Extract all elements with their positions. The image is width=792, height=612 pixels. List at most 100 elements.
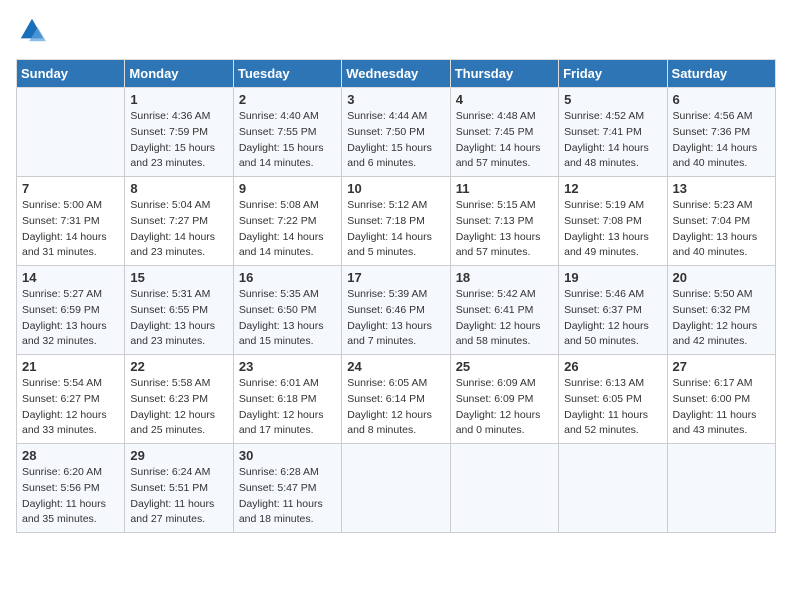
day-detail: Sunrise: 6:01 AMSunset: 6:18 PMDaylight:… — [239, 377, 324, 436]
day-number: 29 — [130, 448, 227, 463]
day-number: 12 — [564, 181, 661, 196]
day-number: 21 — [22, 359, 119, 374]
day-cell: 7 Sunrise: 5:00 AMSunset: 7:31 PMDayligh… — [17, 177, 125, 266]
day-detail: Sunrise: 5:46 AMSunset: 6:37 PMDaylight:… — [564, 288, 649, 347]
day-cell: 2 Sunrise: 4:40 AMSunset: 7:55 PMDayligh… — [233, 88, 341, 177]
day-number: 17 — [347, 270, 444, 285]
day-cell: 3 Sunrise: 4:44 AMSunset: 7:50 PMDayligh… — [342, 88, 450, 177]
day-number: 19 — [564, 270, 661, 285]
header-cell-friday: Friday — [559, 60, 667, 88]
day-detail: Sunrise: 5:08 AMSunset: 7:22 PMDaylight:… — [239, 199, 324, 258]
day-cell: 16 Sunrise: 5:35 AMSunset: 6:50 PMDaylig… — [233, 266, 341, 355]
logo — [16, 16, 46, 49]
week-row: 1 Sunrise: 4:36 AMSunset: 7:59 PMDayligh… — [17, 88, 776, 177]
day-number: 8 — [130, 181, 227, 196]
day-number: 15 — [130, 270, 227, 285]
day-number: 25 — [456, 359, 553, 374]
day-cell — [17, 88, 125, 177]
day-cell: 27 Sunrise: 6:17 AMSunset: 6:00 PMDaylig… — [667, 355, 775, 444]
day-cell: 12 Sunrise: 5:19 AMSunset: 7:08 PMDaylig… — [559, 177, 667, 266]
day-detail: Sunrise: 6:24 AMSunset: 5:51 PMDaylight:… — [130, 466, 214, 525]
day-detail: Sunrise: 4:36 AMSunset: 7:59 PMDaylight:… — [130, 110, 215, 169]
page-header — [16, 16, 776, 49]
day-number: 16 — [239, 270, 336, 285]
day-number: 18 — [456, 270, 553, 285]
day-detail: Sunrise: 5:04 AMSunset: 7:27 PMDaylight:… — [130, 199, 215, 258]
day-cell: 5 Sunrise: 4:52 AMSunset: 7:41 PMDayligh… — [559, 88, 667, 177]
day-detail: Sunrise: 5:54 AMSunset: 6:27 PMDaylight:… — [22, 377, 107, 436]
day-cell: 29 Sunrise: 6:24 AMSunset: 5:51 PMDaylig… — [125, 444, 233, 533]
day-detail: Sunrise: 5:50 AMSunset: 6:32 PMDaylight:… — [673, 288, 758, 347]
day-cell: 14 Sunrise: 5:27 AMSunset: 6:59 PMDaylig… — [17, 266, 125, 355]
day-detail: Sunrise: 6:17 AMSunset: 6:00 PMDaylight:… — [673, 377, 757, 436]
header-cell-sunday: Sunday — [17, 60, 125, 88]
logo-icon — [18, 16, 46, 44]
day-detail: Sunrise: 5:19 AMSunset: 7:08 PMDaylight:… — [564, 199, 649, 258]
day-cell: 25 Sunrise: 6:09 AMSunset: 6:09 PMDaylig… — [450, 355, 558, 444]
day-detail: Sunrise: 5:23 AMSunset: 7:04 PMDaylight:… — [673, 199, 758, 258]
day-number: 27 — [673, 359, 770, 374]
day-number: 10 — [347, 181, 444, 196]
day-cell: 8 Sunrise: 5:04 AMSunset: 7:27 PMDayligh… — [125, 177, 233, 266]
day-number: 1 — [130, 92, 227, 107]
day-cell: 13 Sunrise: 5:23 AMSunset: 7:04 PMDaylig… — [667, 177, 775, 266]
day-detail: Sunrise: 5:15 AMSunset: 7:13 PMDaylight:… — [456, 199, 541, 258]
day-cell: 1 Sunrise: 4:36 AMSunset: 7:59 PMDayligh… — [125, 88, 233, 177]
day-number: 3 — [347, 92, 444, 107]
header-cell-thursday: Thursday — [450, 60, 558, 88]
day-detail: Sunrise: 4:52 AMSunset: 7:41 PMDaylight:… — [564, 110, 649, 169]
day-cell: 10 Sunrise: 5:12 AMSunset: 7:18 PMDaylig… — [342, 177, 450, 266]
day-cell: 4 Sunrise: 4:48 AMSunset: 7:45 PMDayligh… — [450, 88, 558, 177]
week-row: 7 Sunrise: 5:00 AMSunset: 7:31 PMDayligh… — [17, 177, 776, 266]
day-cell — [559, 444, 667, 533]
day-number: 5 — [564, 92, 661, 107]
day-number: 30 — [239, 448, 336, 463]
day-number: 11 — [456, 181, 553, 196]
day-cell — [342, 444, 450, 533]
day-cell: 24 Sunrise: 6:05 AMSunset: 6:14 PMDaylig… — [342, 355, 450, 444]
day-number: 7 — [22, 181, 119, 196]
day-cell: 26 Sunrise: 6:13 AMSunset: 6:05 PMDaylig… — [559, 355, 667, 444]
day-detail: Sunrise: 6:09 AMSunset: 6:09 PMDaylight:… — [456, 377, 541, 436]
header-cell-tuesday: Tuesday — [233, 60, 341, 88]
day-cell: 28 Sunrise: 6:20 AMSunset: 5:56 PMDaylig… — [17, 444, 125, 533]
day-detail: Sunrise: 5:58 AMSunset: 6:23 PMDaylight:… — [130, 377, 215, 436]
day-detail: Sunrise: 4:44 AMSunset: 7:50 PMDaylight:… — [347, 110, 432, 169]
day-number: 4 — [456, 92, 553, 107]
day-detail: Sunrise: 5:27 AMSunset: 6:59 PMDaylight:… — [22, 288, 107, 347]
day-cell: 15 Sunrise: 5:31 AMSunset: 6:55 PMDaylig… — [125, 266, 233, 355]
day-cell — [667, 444, 775, 533]
day-cell: 22 Sunrise: 5:58 AMSunset: 6:23 PMDaylig… — [125, 355, 233, 444]
header-cell-saturday: Saturday — [667, 60, 775, 88]
day-cell: 19 Sunrise: 5:46 AMSunset: 6:37 PMDaylig… — [559, 266, 667, 355]
day-number: 6 — [673, 92, 770, 107]
day-number: 13 — [673, 181, 770, 196]
week-row: 21 Sunrise: 5:54 AMSunset: 6:27 PMDaylig… — [17, 355, 776, 444]
day-number: 20 — [673, 270, 770, 285]
day-detail: Sunrise: 5:12 AMSunset: 7:18 PMDaylight:… — [347, 199, 432, 258]
day-cell: 9 Sunrise: 5:08 AMSunset: 7:22 PMDayligh… — [233, 177, 341, 266]
day-number: 23 — [239, 359, 336, 374]
day-cell: 30 Sunrise: 6:28 AMSunset: 5:47 PMDaylig… — [233, 444, 341, 533]
day-number: 22 — [130, 359, 227, 374]
week-row: 28 Sunrise: 6:20 AMSunset: 5:56 PMDaylig… — [17, 444, 776, 533]
day-cell: 20 Sunrise: 5:50 AMSunset: 6:32 PMDaylig… — [667, 266, 775, 355]
day-number: 9 — [239, 181, 336, 196]
day-detail: Sunrise: 6:13 AMSunset: 6:05 PMDaylight:… — [564, 377, 648, 436]
day-detail: Sunrise: 5:42 AMSunset: 6:41 PMDaylight:… — [456, 288, 541, 347]
header-row: SundayMondayTuesdayWednesdayThursdayFrid… — [17, 60, 776, 88]
day-number: 24 — [347, 359, 444, 374]
day-number: 14 — [22, 270, 119, 285]
day-detail: Sunrise: 5:39 AMSunset: 6:46 PMDaylight:… — [347, 288, 432, 347]
day-detail: Sunrise: 4:48 AMSunset: 7:45 PMDaylight:… — [456, 110, 541, 169]
day-number: 26 — [564, 359, 661, 374]
header-cell-monday: Monday — [125, 60, 233, 88]
day-cell: 11 Sunrise: 5:15 AMSunset: 7:13 PMDaylig… — [450, 177, 558, 266]
header-cell-wednesday: Wednesday — [342, 60, 450, 88]
week-row: 14 Sunrise: 5:27 AMSunset: 6:59 PMDaylig… — [17, 266, 776, 355]
calendar-table: SundayMondayTuesdayWednesdayThursdayFrid… — [16, 59, 776, 533]
day-detail: Sunrise: 4:56 AMSunset: 7:36 PMDaylight:… — [673, 110, 758, 169]
day-detail: Sunrise: 6:05 AMSunset: 6:14 PMDaylight:… — [347, 377, 432, 436]
day-number: 2 — [239, 92, 336, 107]
day-detail: Sunrise: 6:28 AMSunset: 5:47 PMDaylight:… — [239, 466, 323, 525]
